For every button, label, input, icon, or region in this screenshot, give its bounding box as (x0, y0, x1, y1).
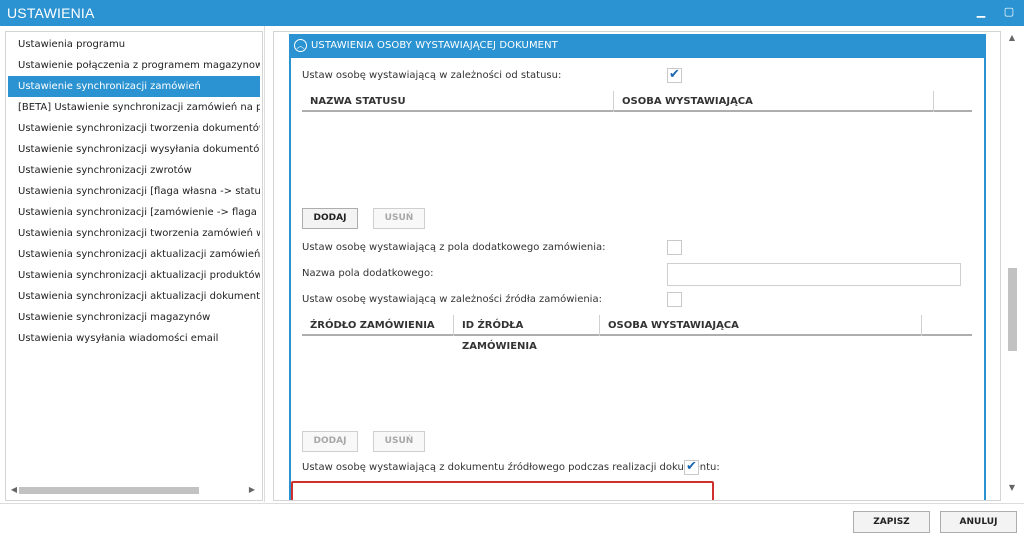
nav-item-doc-send-sync[interactable]: Ustawienie synchronizacji wysyłania doku… (8, 139, 260, 160)
section-body: Ustaw osobę wystawiającą w zależności od… (289, 58, 986, 500)
check-icon: ✔ (686, 459, 697, 474)
save-button[interactable]: ZAPISZ (853, 511, 930, 533)
col-status-name[interactable]: NAZWA STATUSU (302, 91, 614, 112)
col-issuer[interactable]: OSOBA WYSTAWIAJĄCA (614, 91, 934, 112)
scroll-right-icon[interactable]: ▶ (246, 484, 258, 496)
nav-item-warehouse-connection[interactable]: Ustawienie połączenia z programem magazy… (8, 55, 260, 76)
nav-item-beta-order-sync[interactable]: [BETA] Ustawienie synchronizacji zamówie… (8, 97, 260, 118)
vertical-scrollbar[interactable]: ▲ ▼ (1004, 31, 1020, 501)
extra-field-name-input[interactable] (667, 263, 961, 286)
source-grid-header: ŹRÓDŁO ZAMÓWIENIA ID ŹRÓDŁA ZAMÓWIENIA O… (302, 315, 972, 352)
check-icon: ✔ (669, 67, 680, 82)
from-source-doc-checkbox[interactable]: ✔ (684, 459, 699, 475)
col-source[interactable]: ŹRÓDŁO ZAMÓWIENIA (302, 315, 454, 336)
nav-item-order-flag-sync[interactable]: Ustawienia synchronizacji [zamówienie ->… (8, 202, 260, 223)
by-status-label: Ustaw osobę wystawiającą w zależności od… (302, 70, 562, 81)
window-title: USTAWIENIA (7, 5, 95, 21)
scroll-thumb[interactable] (1008, 268, 1017, 351)
settings-nav-panel: Ustawienia programu Ustawienie połączeni… (5, 31, 263, 501)
col-source-extra (922, 315, 972, 336)
nav-item-base-product-update-sync[interactable]: Ustawienia synchronizacji aktualizacji p… (8, 265, 260, 286)
add-source-button[interactable]: DODAJ (302, 431, 358, 452)
col-source-issuer[interactable]: OSOBA WYSTAWIAJĄCA (600, 315, 922, 336)
nav-item-doc-update-sync[interactable]: Ustawienia synchronizacji aktualizacji d… (8, 286, 260, 307)
nav-item-base-order-update-sync[interactable]: Ustawienia synchronizacji aktualizacji z… (8, 244, 260, 265)
nav-item-flag-status-sync[interactable]: Ustawienia synchronizacji [flaga własna … (8, 181, 260, 202)
by-status-checkbox[interactable]: ✔ (667, 67, 682, 83)
section-header[interactable]: ︿ USTAWIENIA OSOBY WYSTAWIAJĄCEJ DOKUMEN… (289, 34, 986, 58)
remove-status-button[interactable]: USUŃ (373, 208, 425, 229)
col-source-id[interactable]: ID ŹRÓDŁA ZAMÓWIENIA (454, 315, 600, 352)
nav-item-warehouse-sync[interactable]: Ustawienie synchronizacji magazynów (8, 307, 260, 328)
nav-item-pw-docs-sync[interactable]: Ustawienie synchronizacji tworzenia doku… (8, 118, 260, 139)
minimize-icon[interactable]: ▁ (972, 4, 990, 20)
by-source-checkbox[interactable] (667, 292, 682, 307)
cancel-button[interactable]: ANULUJ (940, 511, 1017, 533)
maximize-icon[interactable]: ▢ (1000, 4, 1018, 20)
remove-source-button[interactable]: USUŃ (373, 431, 425, 452)
scroll-thumb[interactable] (19, 487, 199, 494)
col-extra (934, 91, 972, 112)
highlight-box (291, 481, 714, 500)
extra-field-checkbox[interactable] (667, 240, 682, 255)
by-source-label: Ustaw osobę wystawiającą w zależności źr… (302, 294, 602, 305)
extra-field-name-label: Nazwa pola dodatkowego: (302, 268, 434, 279)
section-title: USTAWIENIA OSOBY WYSTAWIAJĄCEJ DOKUMENT (311, 40, 558, 51)
footer-separator (0, 503, 1024, 504)
panel-divider (264, 26, 265, 502)
nav-item-email-settings[interactable]: Ustawienia wysyłania wiadomości email (8, 328, 260, 349)
nav-item-program[interactable]: Ustawienia programu (8, 34, 260, 55)
nav-item-base-order-create-sync[interactable]: Ustawienia synchronizacji tworzenia zamó… (8, 223, 260, 244)
status-grid-header: NAZWA STATUSU OSOBA WYSTAWIAJĄCA (302, 91, 972, 112)
nav-item-returns-sync[interactable]: Ustawienie synchronizacji zwrotów (8, 160, 260, 181)
extra-field-label: Ustaw osobę wystawiającą z pola dodatkow… (302, 242, 606, 253)
window-titlebar: USTAWIENIA ▁ ▢ (0, 0, 1024, 26)
scroll-up-icon[interactable]: ▲ (1007, 33, 1017, 43)
nav-item-order-sync[interactable]: Ustawienie synchronizacji zamówień (8, 76, 260, 97)
settings-content-panel: ︿ USTAWIENIA OSOBY WYSTAWIAJĄCEJ DOKUMEN… (273, 31, 1001, 501)
add-status-button[interactable]: DODAJ (302, 208, 358, 229)
from-source-doc-label: Ustaw osobę wystawiającą z dokumentu źró… (302, 462, 720, 473)
scroll-down-icon[interactable]: ▼ (1007, 483, 1017, 493)
collapse-icon[interactable]: ︿ (294, 39, 307, 52)
horizontal-scrollbar[interactable]: ◀ ▶ (6, 481, 262, 500)
